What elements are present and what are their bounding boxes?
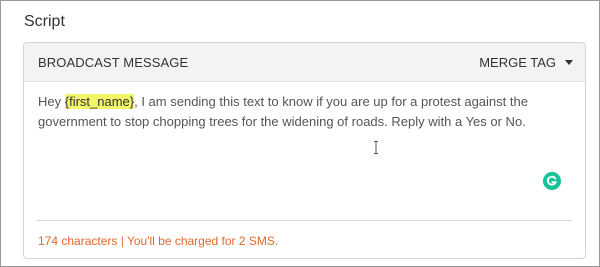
grammarly-icon[interactable]	[543, 172, 561, 190]
card-header: BROADCAST MESSAGE MERGE TAG	[24, 43, 585, 82]
merge-tag-token: {first_name}	[64, 94, 135, 109]
sms-character-count: 174 characters | You'll be charged for 2…	[38, 234, 279, 248]
script-panel: Script BROADCAST MESSAGE MERGE TAG Hey {…	[0, 0, 600, 267]
broadcast-message-card: BROADCAST MESSAGE MERGE TAG Hey {first_n…	[23, 42, 586, 259]
message-prefix: Hey	[38, 94, 65, 109]
caret-down-icon	[565, 59, 573, 65]
section-title: Script	[24, 13, 65, 30]
broadcast-message-title: BROADCAST MESSAGE	[38, 55, 189, 70]
merge-tag-label: MERGE TAG	[479, 54, 556, 70]
merge-tag-dropdown[interactable]: MERGE TAG	[479, 51, 573, 73]
footer-divider	[37, 220, 572, 221]
grammarly-g-glyph	[546, 175, 558, 186]
message-textarea[interactable]: Hey {first_name}, I am sending this text…	[38, 92, 568, 212]
text-cursor-icon	[374, 141, 378, 154]
